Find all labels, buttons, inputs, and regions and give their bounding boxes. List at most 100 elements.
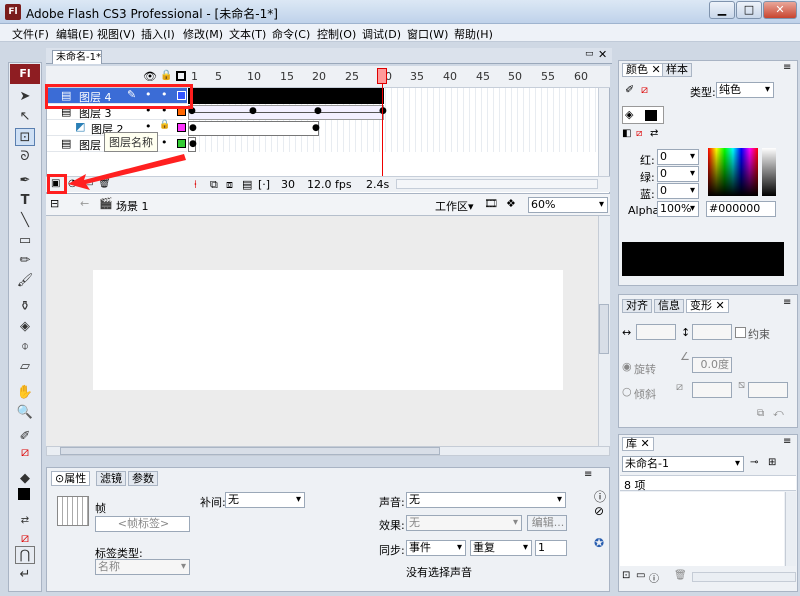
fill-color-button[interactable]: ◈ — [622, 106, 664, 124]
stage-vscroll-thumb[interactable] — [599, 304, 609, 354]
tab-swatches[interactable]: 样本 — [662, 63, 692, 77]
lock-all-icon[interactable]: 🔒 — [160, 70, 172, 81]
smooth-option-icon[interactable]: ↵ — [15, 566, 35, 584]
hand-tool-icon[interactable]: ✋ — [15, 384, 35, 402]
reset-transform-icon[interactable]: ⤺ — [773, 408, 784, 419]
scene-name[interactable]: 场景 1 — [116, 198, 149, 214]
line-tool-icon[interactable]: ╲ — [15, 212, 35, 230]
center-frame-icon[interactable]: ⍿ — [194, 178, 197, 192]
blue-input[interactable]: 0 — [657, 183, 699, 199]
free-transform-tool-icon[interactable]: ⊡ — [15, 128, 35, 146]
edit-scene-icon[interactable]: 🎞 — [484, 197, 498, 210]
ink-bottle-tool-icon[interactable]: ⚱ — [15, 298, 35, 316]
modify-markers-icon[interactable]: [·] — [258, 178, 270, 191]
new-library-icon[interactable]: ⊞ — [768, 457, 776, 468]
stage-hscroll-thumb[interactable] — [60, 447, 440, 455]
skew-radio-icon[interactable]: ○ — [622, 385, 632, 398]
tab-filters[interactable]: 滤镜 — [96, 471, 126, 486]
menu-file[interactable]: 文件(F) — [12, 26, 49, 42]
properties-icon[interactable]: ⓘ — [649, 570, 659, 585]
onion-outline-icon[interactable]: ⧈ — [226, 178, 233, 192]
paint-bucket-tool-icon[interactable]: ◈ — [15, 318, 35, 336]
constrain-checkbox[interactable] — [735, 327, 746, 338]
hex-input[interactable]: #000000 — [706, 201, 776, 217]
menu-text[interactable]: 文本(T) — [229, 26, 266, 42]
delete-icon[interactable]: 🗑 — [674, 570, 687, 581]
rotate-input[interactable]: 0.0度 — [692, 357, 732, 373]
library-document-select[interactable]: 未命名-1 — [622, 456, 744, 472]
skew-vertical-input[interactable] — [748, 382, 788, 398]
transform-panel-options-icon[interactable]: ≡ — [783, 297, 791, 308]
sound-select[interactable]: 无 — [406, 492, 566, 508]
edit-actions-icon[interactable]: ⊘ — [594, 504, 604, 518]
menu-debug[interactable]: 调试(D) — [362, 26, 401, 42]
frame-rate[interactable]: 12.0 fps — [307, 178, 352, 191]
frame-label-input[interactable]: <帧标签> — [95, 516, 190, 532]
panel-minimize-icon[interactable]: ▭ — [585, 49, 594, 59]
menu-help[interactable]: 帮助(H) — [454, 26, 493, 42]
sync-select[interactable]: 事件 — [406, 540, 466, 556]
no-color-icon[interactable]: ⧄ — [15, 444, 35, 462]
tab-align[interactable]: 对齐 — [622, 299, 652, 313]
lasso-tool-icon[interactable]: ᘐ — [15, 148, 35, 166]
help-icon[interactable]: ⓘ — [594, 488, 606, 505]
effect-select[interactable]: 无 — [406, 515, 522, 531]
text-tool-icon[interactable]: T — [15, 192, 35, 210]
no-stroke-icon[interactable]: ⧄ — [641, 83, 648, 97]
eyedropper-tool-icon[interactable]: ⌽ — [15, 338, 35, 356]
stroke-color-icon[interactable]: ✐ — [625, 83, 634, 96]
accessibility-icon[interactable]: ✪ — [594, 536, 604, 550]
subselection-tool-icon[interactable]: ↖ — [15, 108, 35, 126]
maximize-button[interactable]: □ — [736, 1, 762, 19]
tab-info[interactable]: 信息 — [654, 299, 684, 313]
new-symbol-icon[interactable]: ⊡ — [622, 570, 630, 581]
color-type-select[interactable]: 纯色 — [716, 82, 774, 98]
color-spectrum[interactable] — [708, 148, 758, 196]
alpha-input[interactable]: 100% — [657, 201, 699, 217]
document-tab[interactable]: 未命名-1* — [52, 50, 102, 64]
close-button[interactable]: ✕ — [763, 1, 797, 19]
library-vscroll[interactable] — [785, 492, 796, 566]
tween-select[interactable]: 无 — [225, 492, 305, 508]
timeline-toggle-icon[interactable]: ⊟ — [50, 197, 59, 210]
frame-span[interactable] — [188, 121, 319, 136]
pin-library-icon[interactable]: ⊸ — [750, 457, 758, 468]
menu-commands[interactable]: 命令(C) — [272, 26, 310, 42]
library-hscroll[interactable] — [692, 572, 796, 582]
eraser-tool-icon[interactable]: ▱ — [15, 358, 35, 376]
layer-color-box[interactable] — [177, 123, 186, 132]
rotate-radio-icon[interactable]: ◉ — [622, 360, 632, 373]
menu-control[interactable]: 控制(O) — [317, 26, 356, 42]
tab-parameters[interactable]: 参数 — [128, 471, 158, 486]
minimize-button[interactable]: ▁ — [709, 1, 735, 19]
playhead-marker[interactable] — [377, 68, 387, 84]
edit-multiple-frames-icon[interactable]: ▤ — [242, 178, 252, 191]
pen-tool-icon[interactable]: ✒ — [15, 172, 35, 190]
label-type-select[interactable]: 名称 — [95, 559, 190, 575]
rectangle-tool-icon[interactable]: ▭ — [15, 232, 35, 250]
edit-symbols-icon[interactable]: ❖ — [506, 197, 516, 210]
outline-all-icon[interactable] — [176, 71, 186, 81]
fill-swatch[interactable] — [18, 488, 30, 500]
lock-icon[interactable]: 🔒 — [159, 120, 170, 130]
tab-transform[interactable]: 变形 ✕ — [686, 299, 729, 313]
copy-transform-icon[interactable]: ⧉ — [757, 408, 764, 419]
repeat-select[interactable]: 重复 — [470, 540, 532, 556]
fill-color-icon[interactable]: ◆ — [15, 470, 35, 488]
swap-colors-icon[interactable]: ⇄ — [15, 512, 35, 530]
library-options-icon[interactable]: ≡ — [783, 436, 791, 447]
width-scale-input[interactable] — [636, 324, 676, 340]
onion-skin-icon[interactable]: ⧉ — [210, 178, 218, 192]
tab-library[interactable]: 库 ✕ — [622, 437, 654, 451]
menu-edit[interactable]: 编辑(E) — [56, 26, 94, 42]
swap-colors-icon[interactable]: ⇄ — [650, 128, 658, 139]
layer-color-box[interactable] — [177, 139, 186, 148]
keyframe-span[interactable] — [188, 88, 384, 104]
edit-button[interactable]: 编辑... — [527, 515, 567, 531]
red-input[interactable]: 0 — [657, 149, 699, 165]
workspace-menu[interactable]: 工作区▾ — [435, 198, 474, 214]
repeat-count-input[interactable]: 1 — [535, 540, 567, 556]
back-arrow-icon[interactable]: ← — [80, 197, 89, 210]
brightness-slider[interactable] — [762, 148, 776, 196]
zoom-select[interactable]: 60% — [528, 197, 608, 213]
